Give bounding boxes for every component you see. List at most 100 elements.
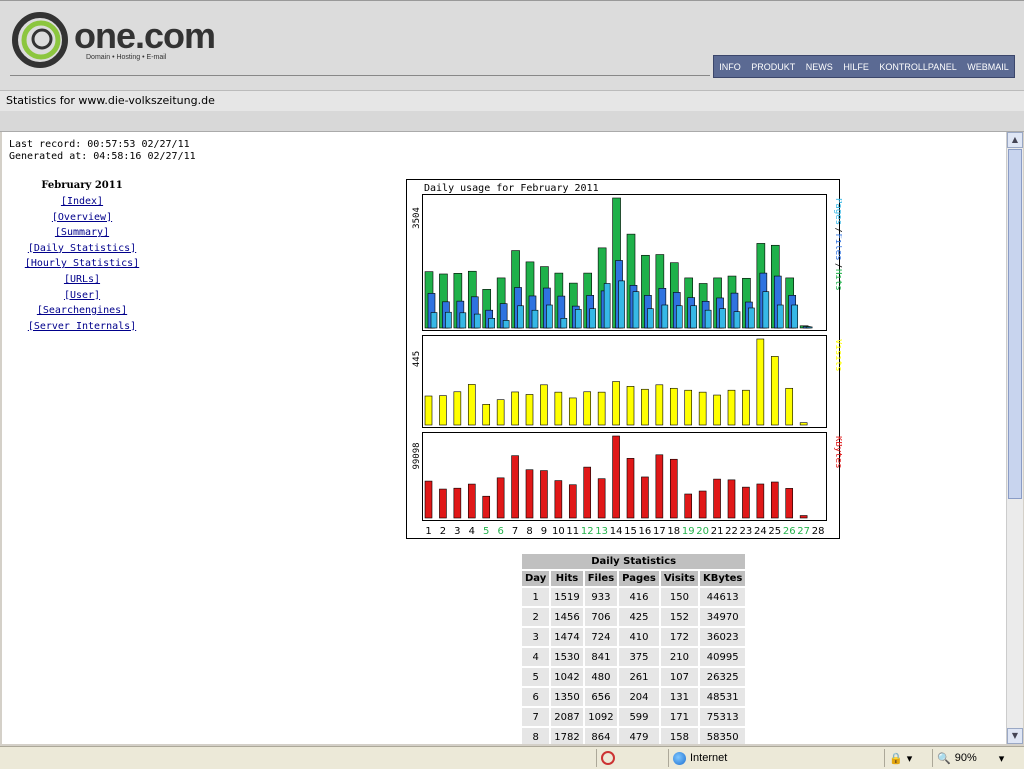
table-cell-files: 933 [584, 588, 618, 606]
table-cell-day: 7 [522, 708, 550, 726]
bar-pages-day-20 [704, 309, 712, 329]
bar-pages-day-4 [473, 313, 481, 329]
scroll-thumb[interactable] [1008, 149, 1022, 499]
privacy-status[interactable] [596, 749, 666, 767]
y-axis-max-label: 3504 [412, 207, 422, 229]
menu-link-summary[interactable]: [Summary] [22, 225, 142, 241]
scroll-down-icon[interactable]: ▼ [1007, 728, 1023, 744]
table-row: 6 1350 656 204 131 48531 [522, 688, 746, 706]
table-row: 1 1519 933 416 150 44613 [522, 588, 746, 606]
table-cell-kbytes: 48531 [699, 688, 746, 706]
y-axis-max-label: 99098 [412, 442, 422, 469]
bar-kbytes-day-12 [583, 466, 592, 519]
nav-webmail[interactable]: WEBMAIL [967, 62, 1009, 72]
bar-visits-day-7 [511, 391, 519, 426]
x-tick-label-day-8: 8 [526, 526, 532, 537]
zoom-control[interactable]: 🔍 90% ▾ [932, 749, 1022, 767]
table-cell-visits: 171 [660, 708, 698, 726]
bar-kbytes-day-22 [727, 479, 736, 519]
bar-kbytes-day-16 [641, 476, 649, 519]
menu-link-server-internals[interactable]: [Server Internals] [22, 319, 142, 335]
table-row: 8 1782 864 479 158 58350 [522, 728, 746, 744]
menu-link-overview[interactable]: [Overview] [22, 210, 142, 226]
table-row: 2 1456 706 425 152 34970 [522, 608, 746, 626]
menu-link-urls[interactable]: [URLs] [22, 272, 142, 288]
column-header-kbytes: KBytes [699, 571, 746, 586]
menu-link-index[interactable]: [Index] [22, 194, 142, 210]
x-tick-label-day-7: 7 [512, 526, 518, 537]
bar-pages-day-7 [517, 305, 524, 329]
x-tick-label-day-27: 27 [797, 526, 810, 537]
column-header-files: Files [584, 571, 618, 586]
toolbar-strip [0, 111, 1024, 132]
bar-visits-day-4 [467, 384, 476, 426]
menu-link-user[interactable]: [User] [22, 288, 142, 304]
bar-pages-day-11 [574, 309, 582, 329]
x-tick-label-day-28: 28 [812, 526, 825, 537]
table-cell-pages: 261 [619, 668, 659, 686]
table-cell-kbytes: 44613 [699, 588, 746, 606]
x-tick-label-day-5: 5 [483, 526, 489, 537]
x-tick-label-day-22: 22 [725, 526, 738, 537]
protected-mode-status[interactable]: 🔒 ▾ [884, 749, 930, 767]
daily-usage-chart: Daily usage for February 20113504 Pages/F… [406, 179, 842, 539]
nav-news[interactable]: NEWS [806, 62, 833, 72]
column-header-hits: Hits [551, 571, 583, 586]
report-menu: February 2011 [Index] [Overview] [Summar… [22, 180, 142, 334]
bar-visits-day-1 [424, 395, 433, 426]
bar-pages-day-5 [488, 318, 496, 329]
bar-visits-day-14 [612, 381, 620, 426]
menu-link-daily-statistics[interactable]: [Daily Statistics] [22, 241, 142, 257]
table-cell-hits: 1530 [551, 648, 583, 666]
x-tick-label-day-9: 9 [541, 526, 547, 537]
table-cell-visits: 210 [660, 648, 698, 666]
table-cell-kbytes: 40995 [699, 648, 746, 666]
x-tick-label-day-1: 1 [425, 526, 431, 537]
nav-kontrollpanel[interactable]: KONTROLLPANEL [879, 62, 956, 72]
bar-kbytes-day-1 [424, 480, 433, 519]
x-tick-label-day-19: 19 [682, 526, 695, 537]
bar-pages-day-12 [589, 308, 597, 329]
top-navigation: INFO PRODUKT NEWS HILFE KONTROLLPANEL WE… [713, 55, 1015, 78]
table-cell-day: 8 [522, 728, 550, 744]
table-cell-visits: 152 [660, 608, 698, 626]
x-tick-label-day-15: 15 [624, 526, 637, 537]
table-row: 3 1474 724 410 172 36023 [522, 628, 746, 646]
bar-pages-day-17 [661, 304, 669, 329]
legend-hits: Hits [833, 269, 842, 291]
legend-separator: / [833, 228, 842, 233]
bar-visits-day-23 [742, 389, 750, 426]
x-tick-label-day-13: 13 [595, 526, 608, 537]
legend-files: Files [833, 234, 842, 261]
site-header: one.com Domain • Hosting • E-mail INFO P… [0, 0, 1024, 91]
bar-kbytes-day-8 [525, 469, 534, 519]
statistics-title-bar: Statistics for www.die-volkszeitung.de [0, 90, 1024, 112]
x-tick-label-day-14: 14 [610, 526, 623, 537]
nav-hilfe[interactable]: HILFE [843, 62, 869, 72]
scroll-up-icon[interactable]: ▲ [1007, 132, 1023, 148]
table-row: 7 2087 1092 599 171 75313 [522, 708, 746, 726]
x-tick-label-day-23: 23 [740, 526, 753, 537]
menu-link-searchengines[interactable]: [Searchengines] [22, 303, 142, 319]
bar-kbytes-day-19 [684, 493, 693, 519]
bar-kbytes-day-13 [597, 478, 606, 519]
legend-pages: Pages [833, 198, 842, 225]
bar-kbytes-day-25 [770, 481, 779, 519]
bar-visits-day-22 [727, 389, 736, 426]
bar-kbytes-day-11 [568, 484, 577, 519]
x-tick-label-day-24: 24 [754, 526, 767, 537]
bar-kbytes-day-21 [713, 478, 721, 519]
bar-visits-day-6 [496, 399, 505, 426]
table-row: 4 1530 841 375 210 40995 [522, 648, 746, 666]
table-cell-kbytes: 36023 [699, 628, 746, 646]
nav-info[interactable]: INFO [719, 62, 741, 72]
table-cell-pages: 416 [619, 588, 659, 606]
bar-pages-day-26 [791, 304, 799, 329]
nav-produkt[interactable]: PRODUKT [751, 62, 795, 72]
bar-visits-day-27 [799, 422, 808, 426]
vertical-scrollbar[interactable]: ▲ ▼ [1006, 132, 1023, 744]
one-com-logo[interactable]: one.com Domain • Hosting • E-mail [10, 9, 220, 71]
legend-separator: / [833, 263, 842, 268]
menu-link-hourly-statistics[interactable]: [Hourly Statistics] [22, 256, 142, 272]
bar-visits-day-5 [482, 404, 491, 426]
